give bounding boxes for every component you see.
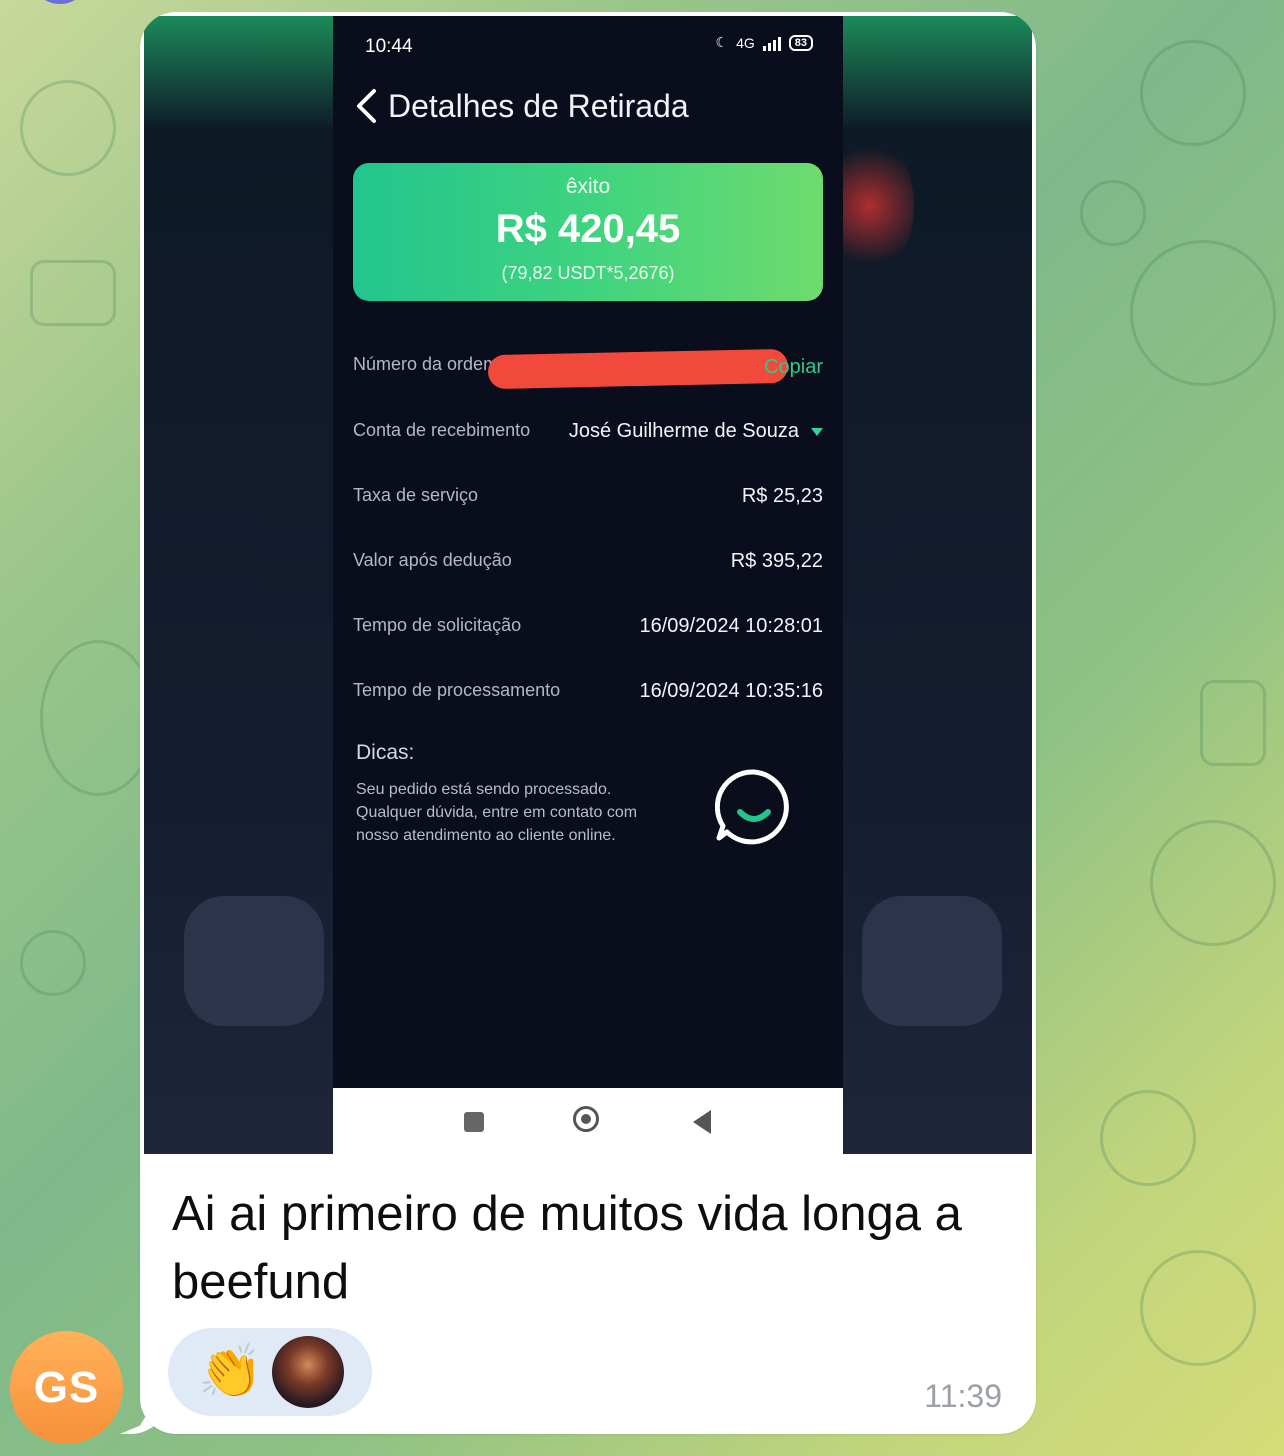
message-time: 11:39 <box>924 1378 1002 1414</box>
photo-blur-blob <box>184 896 324 1026</box>
processing-time-label: Tempo de processamento <box>353 680 561 700</box>
account-value: José Guilherme de Souza <box>568 420 799 442</box>
account-dropdown[interactable]: José Guilherme de Souza <box>569 420 823 443</box>
message-text: Ai ai primeiro de muitos vida longa a be… <box>172 1187 962 1309</box>
signal-icon <box>762 35 781 51</box>
tips-body: Seu pedido está sendo processado. Qualqu… <box>356 781 638 844</box>
clapping-hands-icon[interactable]: 👏 <box>198 1342 263 1402</box>
background-doodle <box>20 930 86 996</box>
dropdown-arrow-icon <box>811 427 823 436</box>
request-time-value: 16/09/2024 10:28:01 <box>639 615 823 637</box>
account-row: Conta de recebimento José Guilherme de S… <box>353 412 823 452</box>
recents-icon[interactable] <box>464 1112 484 1132</box>
phone-screen: 10:44 ☾ 4G 83 Detalhes de Retirada êxito… <box>333 16 843 1154</box>
background-doodle <box>1100 1090 1196 1186</box>
user-avatar-icon[interactable] <box>272 1336 344 1408</box>
previous-sender-avatar[interactable] <box>30 0 90 4</box>
withdrawal-summary-card: êxito R$ 420,45 (79,82 USDT*5,2676) <box>353 163 823 301</box>
background-doodle <box>1140 1250 1256 1366</box>
amount-text: R$ 420,45 <box>495 207 681 251</box>
background-doodle <box>1080 180 1146 246</box>
net-value: R$ 395,22 <box>730 550 823 572</box>
request-time-label: Tempo de solicitação <box>353 615 522 635</box>
background-doodle <box>40 640 156 796</box>
battery-icon: 83 <box>788 34 813 51</box>
fee-label: Taxa de serviço <box>353 485 479 505</box>
status-text: êxito <box>565 175 611 198</box>
background-doodle <box>1200 680 1266 766</box>
status-time: 10:44 <box>365 36 413 57</box>
photo-blur-blob <box>862 896 1002 1026</box>
order-number-label: Número da ordem <box>353 354 499 374</box>
tips-title: Dicas: <box>356 741 415 764</box>
background-doodle <box>20 80 116 176</box>
background-doodle <box>30 260 116 326</box>
redaction-mark <box>487 348 789 390</box>
reactions-bar[interactable]: 👏 <box>168 1328 372 1416</box>
copy-button[interactable]: Copiar <box>764 356 823 379</box>
net-label: Valor após dedução <box>353 550 512 570</box>
account-label: Conta de recebimento <box>353 420 531 440</box>
sender-avatar[interactable]: GS <box>10 1331 123 1444</box>
back-triangle-icon[interactable] <box>693 1110 711 1134</box>
fee-row: Taxa de serviço R$ 25,23 <box>353 477 823 517</box>
attached-photo[interactable]: 10:44 ☾ 4G 83 Detalhes de Retirada êxito… <box>144 16 1032 1154</box>
back-arrow-icon[interactable] <box>347 86 387 126</box>
processing-time-value: 16/09/2024 10:35:16 <box>639 680 823 702</box>
background-doodle <box>1130 240 1276 386</box>
order-number-row: Número da ordem Copiar <box>353 346 823 390</box>
home-icon[interactable] <box>573 1106 599 1132</box>
request-time-row: Tempo de solicitação 16/09/2024 10:28:01 <box>353 607 823 647</box>
page-title: Detalhes de Retirada <box>388 88 689 124</box>
support-chat-icon[interactable] <box>714 768 793 846</box>
message-bubble[interactable]: 10:44 ☾ 4G 83 Detalhes de Retirada êxito… <box>140 12 1036 1434</box>
net-row: Valor após dedução R$ 395,22 <box>353 542 823 582</box>
conversion-text: (79,82 USDT*5,2676) <box>501 263 675 283</box>
fee-value: R$ 25,23 <box>741 485 823 507</box>
network-label: 4G <box>736 34 755 51</box>
background-doodle <box>1150 820 1276 946</box>
background-doodle <box>1140 40 1246 146</box>
moon-icon: ☾ <box>715 34 729 50</box>
status-icons: ☾ 4G 83 <box>715 34 813 51</box>
android-nav-bar <box>333 1088 843 1154</box>
processing-time-row: Tempo de processamento 16/09/2024 10:35:… <box>353 672 823 712</box>
